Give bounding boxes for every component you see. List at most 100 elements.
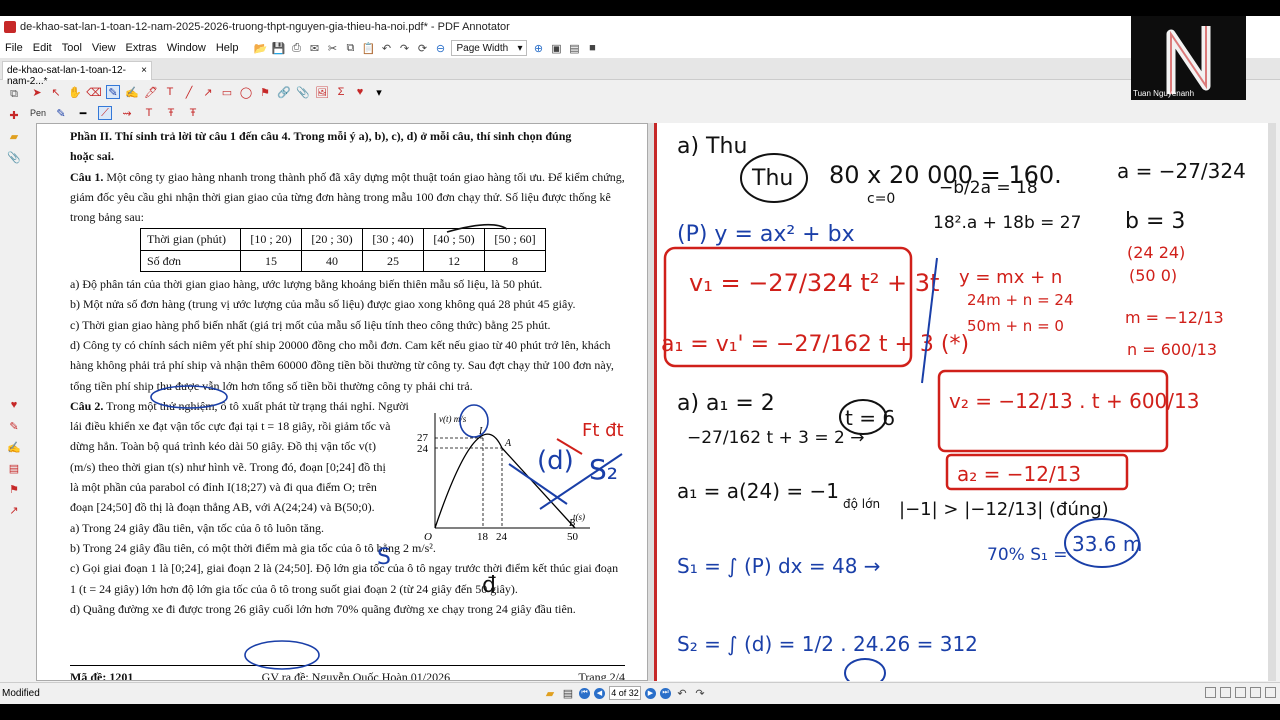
forward-icon[interactable]: ↷ — [693, 686, 707, 700]
copy-icon[interactable]: ⧉ — [343, 41, 357, 55]
ink-text: (24 24) — [1127, 243, 1185, 262]
list-nav-icon[interactable]: ▤ — [561, 686, 575, 700]
stamp-icon[interactable]: ⚑ — [258, 85, 272, 99]
image-icon[interactable]: 🖼 — [315, 85, 329, 99]
menu-file[interactable]: File — [0, 42, 28, 54]
highlight-tool-icon[interactable]: ✍ — [7, 440, 21, 454]
menu-edit[interactable]: Edit — [28, 42, 57, 54]
refresh-icon[interactable]: ⟳ — [415, 41, 429, 55]
stamp-tool-icon[interactable]: ⚑ — [7, 482, 21, 496]
ink-circle — [244, 640, 320, 670]
attach-icon[interactable]: 📎 — [296, 85, 310, 99]
color-pen-icon[interactable]: ✎ — [54, 106, 68, 120]
ink-text: (d) — [537, 446, 574, 476]
webcam-name: Tuan Nguyenanh — [1133, 89, 1195, 98]
two-page-icon[interactable] — [1220, 687, 1231, 698]
more-chevron-icon[interactable]: ▾ — [372, 85, 386, 99]
cut-icon[interactable]: ✂ — [325, 41, 339, 55]
sum-icon[interactable]: Σ — [334, 85, 348, 99]
text-t3-icon[interactable]: Ŧ — [186, 106, 200, 120]
left-sidebar: ⧉ ✚ ▰ 📎 ♥ ✎ ✍ ▤ ⚑ ↗ — [0, 81, 28, 681]
single-page-icon[interactable] — [1205, 687, 1216, 698]
prev-page-icon[interactable]: ◀ — [594, 687, 605, 699]
text-icon[interactable]: T — [163, 85, 177, 99]
ellipse-icon[interactable]: ◯ — [239, 85, 253, 99]
fit-width-icon[interactable]: ▤ — [567, 41, 581, 55]
first-page-icon[interactable]: ⏮ — [579, 687, 590, 699]
title-bar: de-khao-sat-lan-1-toan-12-nam-2025-2026-… — [0, 16, 1280, 38]
paste-icon[interactable]: 📋 — [361, 41, 376, 55]
marker-icon[interactable]: 🖊 — [144, 85, 158, 99]
zoom-value: Page Width — [456, 42, 509, 54]
fit-page-icon[interactable]: ▣ — [549, 41, 563, 55]
link-icon[interactable]: 🔗 — [277, 85, 291, 99]
redo-icon[interactable]: ↷ — [397, 41, 411, 55]
ink-text: |−1| > |−12/13| (đúng) — [899, 499, 1109, 520]
menu-extras[interactable]: Extras — [121, 42, 162, 54]
arrow-icon[interactable]: ↗ — [201, 85, 215, 99]
back-icon[interactable]: ↶ — [675, 686, 689, 700]
right-scrollbar[interactable] — [1268, 123, 1276, 681]
continuous-icon[interactable] — [1235, 687, 1246, 698]
heart-icon[interactable]: ♥ — [353, 85, 367, 99]
rectangle-icon[interactable]: ▭ — [220, 85, 234, 99]
ink-text: đ — [482, 573, 496, 598]
eraser-icon[interactable]: ⌫ — [86, 85, 102, 99]
split-icon[interactable] — [1265, 687, 1276, 698]
ink-circle — [150, 385, 228, 409]
folder-icon[interactable]: ▰ — [7, 129, 21, 143]
text-t1-icon[interactable]: T — [142, 106, 156, 120]
status-text: Modified — [2, 688, 40, 699]
page-indicator[interactable]: 4 of 32 — [609, 686, 641, 700]
zoom-out-icon[interactable]: ⊖ — [433, 41, 447, 55]
menu-view[interactable]: View — [87, 42, 121, 54]
pointer-icon[interactable]: ↖ — [49, 85, 63, 99]
ink-text: y = mx + n — [959, 267, 1062, 288]
arrow-tool-icon[interactable]: ↗ — [7, 503, 21, 517]
favorite-heart-icon[interactable]: ♥ — [7, 398, 21, 412]
ink-text: a) a₁ = 2 — [677, 391, 775, 416]
pdf-page-left[interactable]: Phần II. Thí sinh trả lời từ câu 1 đến c… — [36, 123, 648, 681]
ink-text: b = 3 — [1125, 209, 1185, 234]
pdf-page-right[interactable]: a) Thu Thu 80 x 20 000 = 160. c=0 −b/2a … — [654, 123, 1268, 681]
bookmark-nav-icon[interactable]: ▰ — [543, 686, 557, 700]
last-page-icon[interactable]: ⏭ — [660, 687, 671, 699]
ink-text: 33.6 m — [1072, 532, 1142, 556]
undo-icon[interactable]: ↶ — [379, 41, 393, 55]
menu-help[interactable]: Help — [211, 42, 244, 54]
highlighter-icon[interactable]: ✍ — [125, 85, 139, 99]
app-icon — [4, 21, 16, 33]
hand-icon[interactable]: ✋ — [68, 85, 82, 99]
email-icon[interactable]: ✉ — [307, 41, 321, 55]
zoom-select[interactable]: Page Width ▾ — [451, 40, 528, 56]
line-width-icon[interactable]: ━ — [76, 106, 90, 120]
menu-window[interactable]: Window — [162, 42, 211, 54]
ink-text: a₁ = a(24) = −1 — [677, 479, 839, 503]
pages-icon[interactable]: ⧉ — [7, 87, 21, 101]
left-ink-layer: (d) S₂ Ft đt S đ — [150, 223, 624, 670]
fullscreen-icon[interactable]: ■ — [585, 41, 599, 55]
grid-icon[interactable] — [1250, 687, 1261, 698]
line-icon[interactable]: ╱ — [182, 85, 196, 99]
pen-icon[interactable]: ✎ — [106, 85, 120, 99]
paperclip-icon[interactable]: 📎 — [7, 150, 21, 164]
ink-stroke — [446, 223, 508, 233]
pen-tool-icon[interactable]: ✎ — [7, 419, 21, 433]
ink-text: 70% S₁ = — [987, 545, 1067, 565]
bookmark-icon[interactable]: ✚ — [7, 108, 21, 122]
textbox-icon[interactable]: ▤ — [7, 461, 21, 475]
print-icon[interactable]: ⎙ — [289, 41, 303, 55]
menu-tool[interactable]: Tool — [57, 42, 87, 54]
next-page-icon[interactable]: ▶ — [645, 687, 656, 699]
text-t2-icon[interactable]: Ŧ — [164, 106, 178, 120]
open-icon[interactable]: 📂 — [253, 41, 268, 55]
tab-document[interactable]: de-khao-sat-lan-1-toan-12-nam-2...* × — [2, 61, 152, 87]
freehand-icon[interactable]: ⟋ — [98, 106, 113, 120]
ink-text: 24m + n = 24 — [967, 291, 1074, 309]
smooth-icon[interactable]: ⇝ — [120, 106, 134, 120]
zoom-in-icon[interactable]: ⊕ — [531, 41, 545, 55]
ink-text: (P) y = ax² + bx — [677, 222, 855, 247]
select-arrow-icon[interactable]: ➤ — [30, 85, 44, 99]
close-icon[interactable]: × — [141, 65, 147, 77]
save-icon[interactable]: 💾 — [271, 41, 286, 55]
